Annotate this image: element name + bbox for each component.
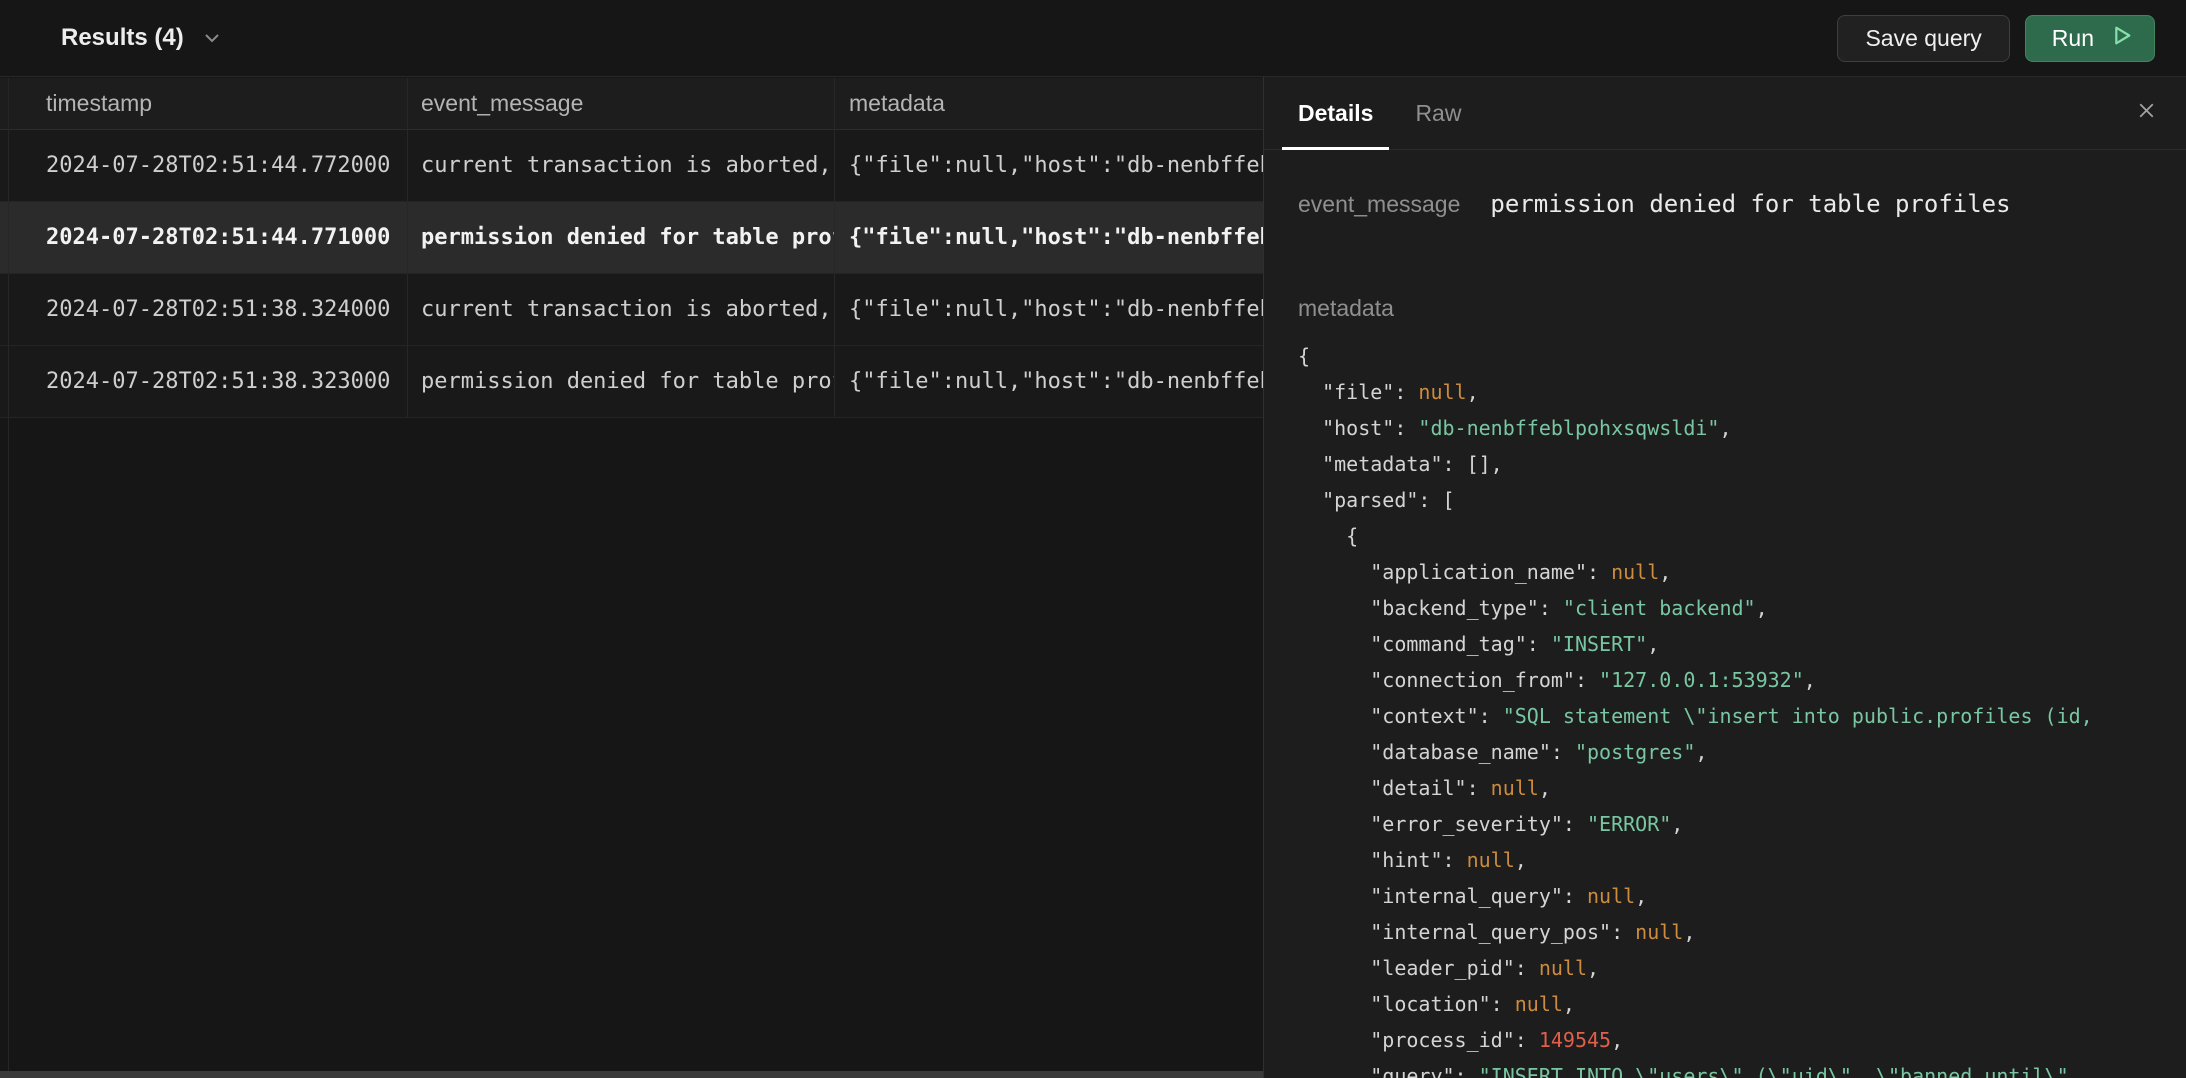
save-query-button[interactable]: Save query xyxy=(1837,15,2009,62)
column-header-timestamp: timestamp xyxy=(8,78,407,129)
tab-details[interactable]: Details xyxy=(1282,77,1389,149)
play-icon xyxy=(2109,23,2134,54)
details-content: event_message permission denied for tabl… xyxy=(1264,150,2186,1078)
log-details-panel: Details Raw event_message permission den… xyxy=(1263,77,2186,1078)
metadata-json: { "file": null, "host": "db-nenbffeblpoh… xyxy=(1298,338,2186,1078)
cell-timestamp: 2024-07-28T02:51:44.771000 xyxy=(8,202,407,273)
cell-event-message: current transaction is aborted, commands… xyxy=(407,274,834,345)
close-icon xyxy=(2134,98,2159,128)
run-button[interactable]: Run xyxy=(2025,15,2155,62)
cell-event-message: permission denied for table profiles xyxy=(407,346,834,417)
column-header-event-message: event_message xyxy=(407,78,834,129)
cell-timestamp: 2024-07-28T02:51:38.324000 xyxy=(8,274,407,345)
chevron-down-icon xyxy=(200,26,224,50)
event-message-label: event_message xyxy=(1298,186,1460,222)
results-count-label: Results (4) xyxy=(61,24,184,52)
cell-event-message: permission denied for table profiles xyxy=(407,202,834,273)
metadata-label: metadata xyxy=(1298,294,2186,322)
results-dropdown[interactable]: Results (4) xyxy=(61,24,224,52)
tab-raw[interactable]: Raw xyxy=(1399,77,1477,149)
event-message-field: event_message permission denied for tabl… xyxy=(1298,186,2186,222)
close-panel-button[interactable] xyxy=(2128,95,2164,131)
toolbar: Results (4) Save query Run xyxy=(0,0,2186,77)
table-left-divider xyxy=(8,78,9,1078)
details-tabbar: Details Raw xyxy=(1264,77,2186,150)
horizontal-scrollbar[interactable] xyxy=(0,1071,1263,1078)
event-message-value: permission denied for table profiles xyxy=(1490,186,2010,222)
cell-timestamp: 2024-07-28T02:51:38.323000 xyxy=(8,346,407,417)
cell-event-message: current transaction is aborted, commands… xyxy=(407,130,834,201)
cell-timestamp: 2024-07-28T02:51:44.772000 xyxy=(8,130,407,201)
run-button-label: Run xyxy=(2052,25,2094,52)
